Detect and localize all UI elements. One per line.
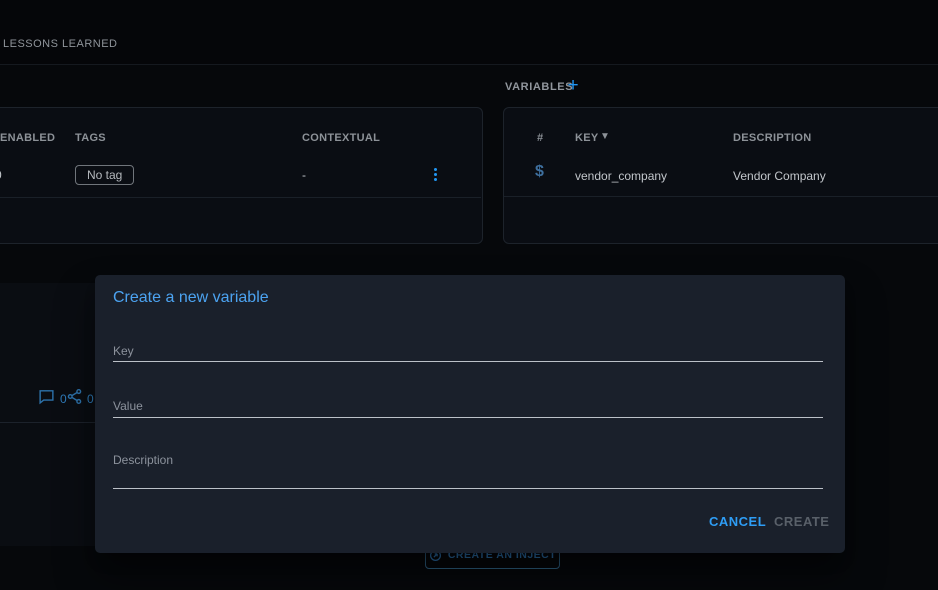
description-input[interactable] xyxy=(113,488,823,489)
value-input[interactable] xyxy=(113,417,823,418)
variable-key-value: vendor_company xyxy=(575,169,667,183)
cancel-button[interactable]: CANCEL xyxy=(701,510,774,533)
create-button[interactable]: CREATE xyxy=(766,510,837,533)
plus-icon: + xyxy=(567,76,578,95)
column-header-tags: TAGS xyxy=(75,132,106,144)
key-input[interactable] xyxy=(113,361,823,362)
value-field-label: Value xyxy=(113,399,143,413)
description-field-label: Description xyxy=(113,453,173,467)
add-variable-button[interactable]: + xyxy=(562,74,584,96)
section-title: LESSONS LEARNED xyxy=(3,38,117,50)
variable-description-value: Vendor Company xyxy=(733,169,826,183)
shares-count: 0 xyxy=(87,392,94,406)
share-icon[interactable] xyxy=(66,388,83,410)
inject-row-menu-button[interactable] xyxy=(428,163,442,185)
column-header-enabled: ENABLED xyxy=(0,132,55,144)
variable-row-divider xyxy=(504,196,938,197)
column-header-number: # xyxy=(537,132,543,144)
card-divider xyxy=(0,422,95,423)
inject-detail-card xyxy=(0,283,95,546)
inject-enabled-value: 0 xyxy=(0,168,2,182)
key-field-label: Key xyxy=(113,344,134,358)
kebab-icon xyxy=(434,168,437,171)
dialog-title: Create a new variable xyxy=(113,289,269,307)
sort-arrow-icon[interactable]: ▼ xyxy=(600,131,610,142)
column-header-key[interactable]: KEY xyxy=(575,132,599,144)
tag-chip: No tag xyxy=(75,165,134,185)
inject-contextual-value: - xyxy=(302,168,306,182)
app-screen: LESSONS LEARNED VARIABLES + ENABLED TAGS… xyxy=(0,0,938,590)
variables-table-panel xyxy=(503,107,938,244)
column-header-description: DESCRIPTION xyxy=(733,132,811,144)
variable-type-icon: $ xyxy=(535,163,544,181)
column-header-contextual: CONTEXTUAL xyxy=(302,132,380,144)
top-bar xyxy=(0,0,938,65)
comments-icon[interactable] xyxy=(38,388,55,410)
inject-row-divider xyxy=(0,197,481,198)
injects-table-panel xyxy=(0,107,483,244)
